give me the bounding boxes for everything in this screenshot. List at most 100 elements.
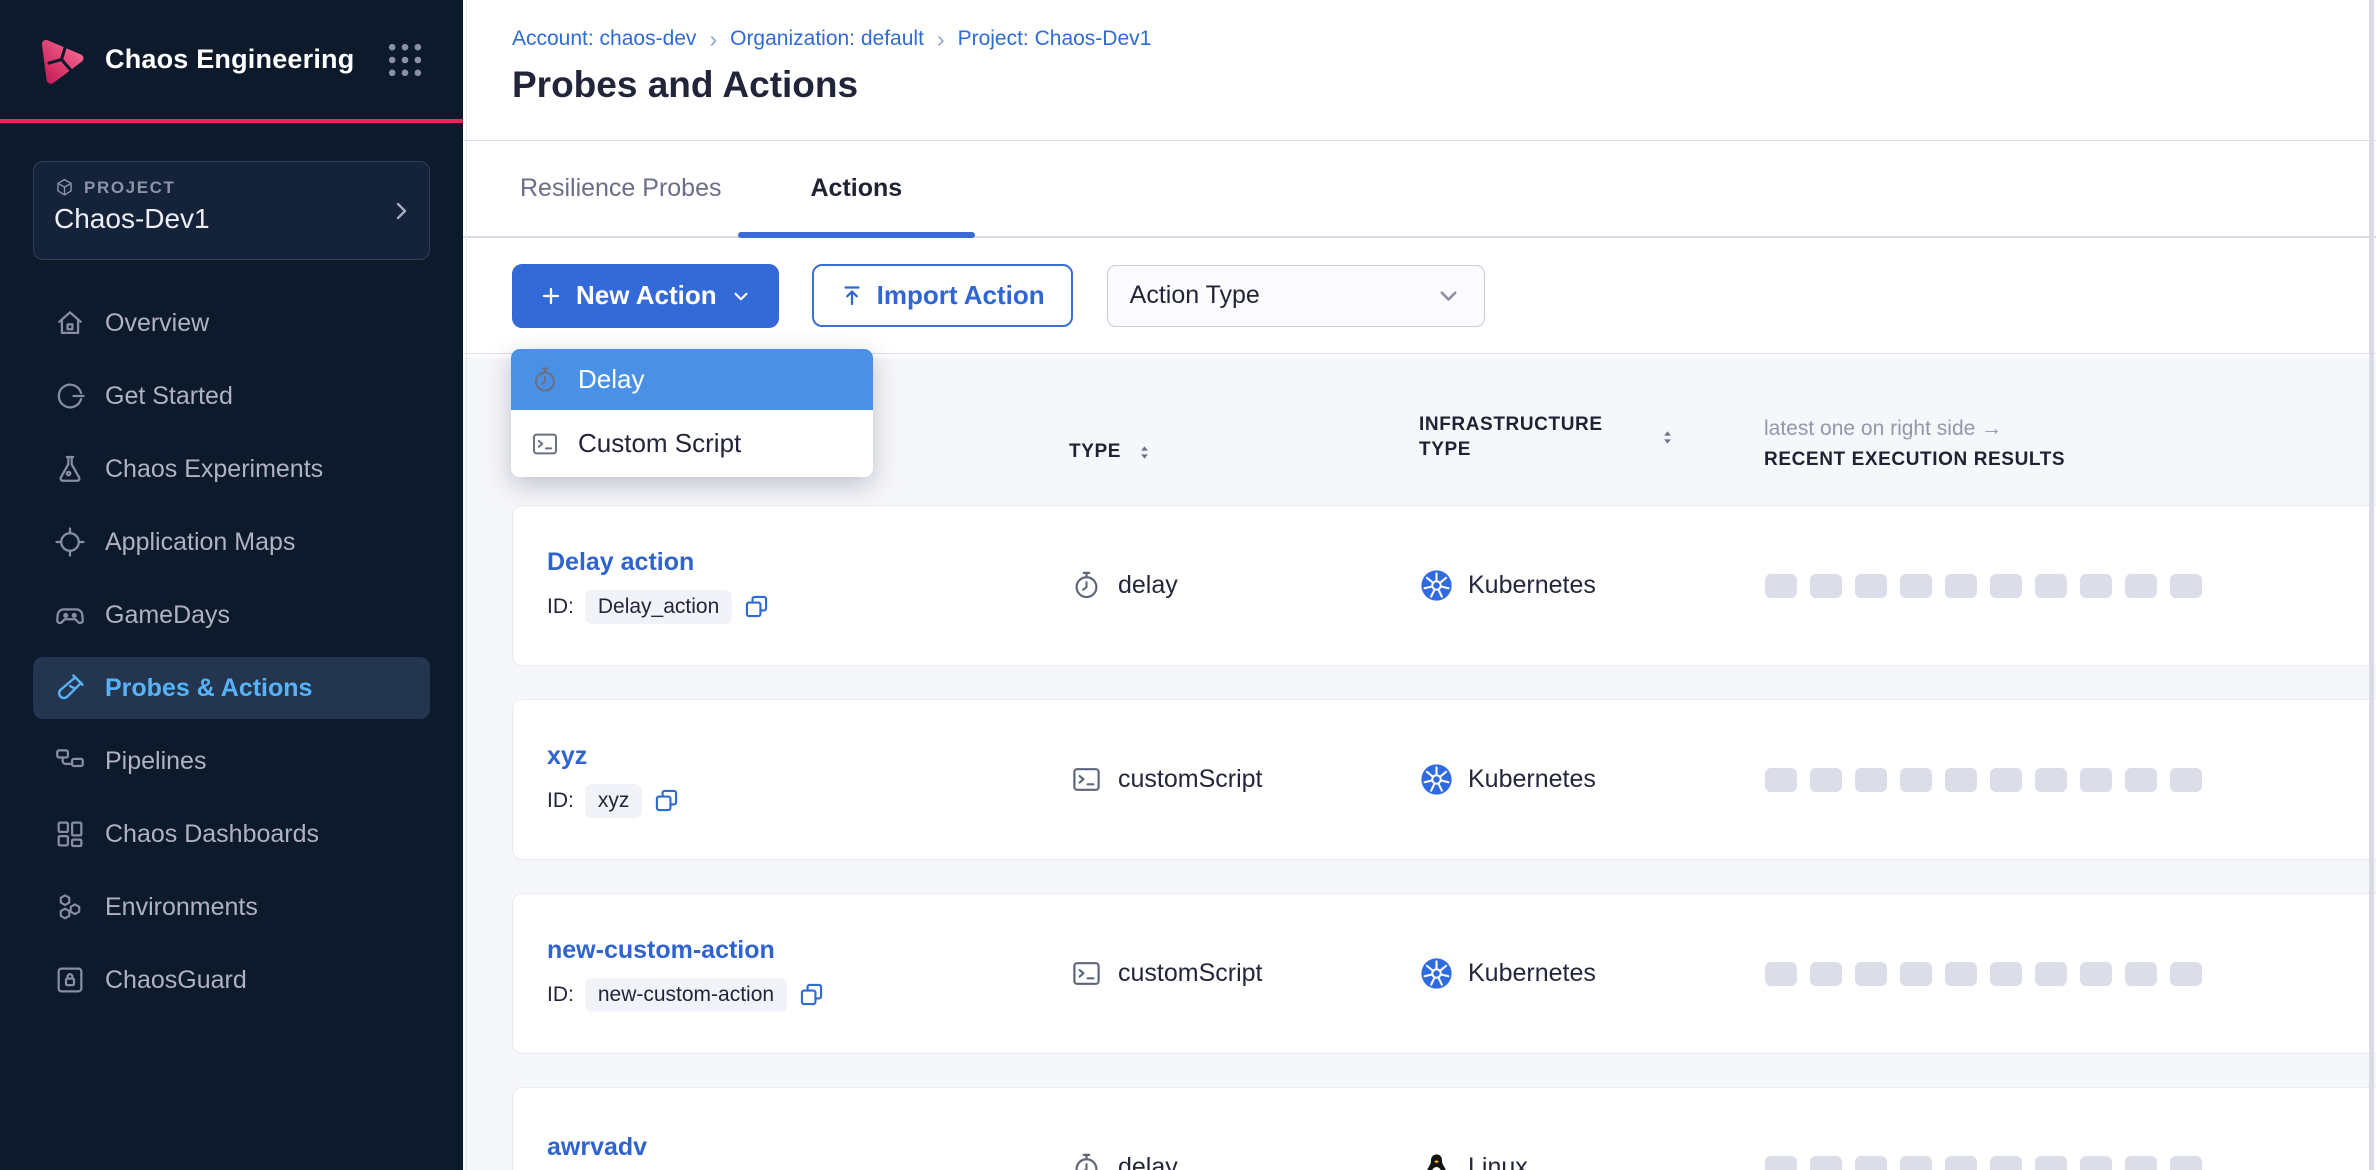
toolbar: New Action Import Action Action Type — [463, 238, 2376, 354]
infrastructure-cell: Linux — [1420, 1151, 1765, 1170]
action-name-link[interactable]: xyz — [547, 742, 1070, 771]
sidebar-item-label: GameDays — [105, 601, 230, 630]
execution-results-cell — [1765, 768, 2376, 792]
sidebar-item-label: Application Maps — [105, 528, 295, 557]
execution-result-block — [1900, 768, 1932, 792]
execution-result-block — [1855, 962, 1887, 986]
breadcrumb-link[interactable]: Project: Chaos-Dev1 — [958, 27, 1152, 51]
id-label: ID: — [547, 983, 574, 1007]
execution-result-block — [1765, 768, 1797, 792]
copy-icon[interactable] — [798, 981, 825, 1008]
sidebar-item-gamedays[interactable]: GameDays — [33, 584, 430, 646]
menu-item-delay[interactable]: Delay — [511, 349, 873, 410]
execution-result-block — [2080, 962, 2112, 986]
execution-result-block — [1945, 768, 1977, 792]
kubernetes-icon — [1420, 957, 1453, 990]
tab-resilience-probes[interactable]: Resilience Probes — [484, 141, 758, 236]
type-cell: delay — [1070, 569, 1420, 602]
chevron-down-icon — [730, 285, 752, 307]
sort-icon[interactable] — [1135, 442, 1154, 463]
sidebar-item-environments[interactable]: Environments — [33, 876, 430, 938]
terminal-icon — [1070, 763, 1103, 796]
import-action-button[interactable]: Import Action — [812, 264, 1073, 327]
sidebar-item-label: Get Started — [105, 382, 233, 411]
action-name-link[interactable]: awrvadv — [547, 1133, 1070, 1162]
sidebar-item-chaos-dashboards[interactable]: Chaos Dashboards — [33, 803, 430, 865]
id-label: ID: — [547, 595, 574, 619]
target-icon — [53, 525, 87, 559]
execution-results-cell — [1765, 962, 2376, 986]
execution-result-block — [1765, 1156, 1797, 1170]
page-header: Account: chaos-dev › Organization: default… — [463, 0, 2376, 141]
infrastructure-cell: Kubernetes — [1420, 569, 1765, 602]
action-name-cell: Delay actionID:Delay_action — [547, 548, 1070, 624]
execution-result-block — [2080, 768, 2112, 792]
testtube-icon — [53, 671, 87, 705]
sidebar-item-label: Environments — [105, 893, 258, 922]
stopwatch-icon — [1070, 569, 1103, 602]
execution-result-block — [2035, 1156, 2067, 1170]
type-cell: customScript — [1070, 763, 1420, 796]
sidebar-item-get-started[interactable]: Get Started — [33, 365, 430, 427]
infrastructure-cell: Kubernetes — [1420, 957, 1765, 990]
table-row: Delay actionID:Delay_actiondelayKubernet… — [512, 505, 2376, 666]
terminal-icon — [530, 429, 560, 459]
copy-icon[interactable] — [653, 787, 680, 814]
execution-result-block — [2170, 574, 2202, 598]
vertical-scrollbar[interactable] — [2369, 0, 2374, 1170]
breadcrumb-link[interactable]: Organization: default — [730, 27, 924, 51]
action-name-link[interactable]: new-custom-action — [547, 936, 1070, 965]
action-name-link[interactable]: Delay action — [547, 548, 1070, 577]
module-switcher-grid-icon[interactable] — [383, 38, 427, 82]
brand-accent-divider — [0, 119, 463, 123]
project-label: PROJECT — [84, 178, 176, 198]
action-id-pill: xyz — [585, 784, 643, 818]
infrastructure-cell: Kubernetes — [1420, 763, 1765, 796]
dashboards-icon — [53, 817, 87, 851]
execution-result-block — [1900, 962, 1932, 986]
execution-result-block — [1810, 574, 1842, 598]
sidebar-item-chaosguard[interactable]: ChaosGuard — [33, 949, 430, 1011]
chevron-down-icon — [1435, 282, 1462, 309]
table-header-results: latest one on right side → RECENT EXECUT… — [1764, 417, 2376, 505]
execution-result-block — [1990, 768, 2022, 792]
type-value: delay — [1118, 571, 1178, 600]
sidebar-item-chaos-experiments[interactable]: Chaos Experiments — [33, 438, 430, 500]
kubernetes-icon — [1420, 763, 1453, 796]
menu-item-custom-script[interactable]: Custom Script — [511, 410, 873, 477]
execution-result-block — [1900, 1156, 1932, 1170]
harness-chaos-logo-icon — [33, 31, 90, 88]
chevron-right-icon — [389, 199, 413, 223]
execution-result-block — [1945, 1156, 1977, 1170]
type-cell: delay — [1070, 1151, 1420, 1170]
sidebar-item-application-maps[interactable]: Application Maps — [33, 511, 430, 573]
execution-result-block — [1810, 962, 1842, 986]
execution-result-block — [1765, 574, 1797, 598]
sidebar-item-overview[interactable]: Overview — [33, 292, 430, 354]
table-body: Delay actionID:Delay_actiondelayKubernet… — [463, 505, 2376, 1170]
project-selector[interactable]: PROJECT Chaos-Dev1 — [33, 161, 430, 260]
page-title: Probes and Actions — [512, 64, 2376, 106]
execution-result-block — [2170, 1156, 2202, 1170]
type-value: customScript — [1118, 959, 1262, 988]
sidebar-item-probes-actions[interactable]: Probes & Actions — [33, 657, 430, 719]
tab-actions[interactable]: Actions — [738, 141, 976, 236]
copy-icon[interactable] — [743, 593, 770, 620]
new-action-button[interactable]: New Action — [512, 264, 779, 328]
execution-result-block — [1945, 574, 1977, 598]
new-action-menu: DelayCustom Script — [511, 349, 873, 477]
action-id-row: ID:xyz — [547, 784, 1070, 818]
action-name-cell: xyzID:xyz — [547, 742, 1070, 818]
execution-result-block — [1810, 1156, 1842, 1170]
sidebar-header: Chaos Engineering — [0, 0, 463, 119]
tab-bar: Resilience ProbesActions — [463, 141, 2376, 238]
action-type-filter[interactable]: Action Type — [1107, 265, 1485, 327]
execution-result-block — [2125, 574, 2157, 598]
sidebar-item-pipelines[interactable]: Pipelines — [33, 730, 430, 792]
gamepad-icon — [53, 598, 87, 632]
execution-results-cell — [1765, 574, 2376, 598]
sort-icon[interactable] — [1658, 427, 1677, 448]
breadcrumb-link[interactable]: Account: chaos-dev — [512, 27, 696, 51]
breadcrumb-separator: › — [937, 28, 945, 51]
type-value: delay — [1118, 1153, 1178, 1170]
